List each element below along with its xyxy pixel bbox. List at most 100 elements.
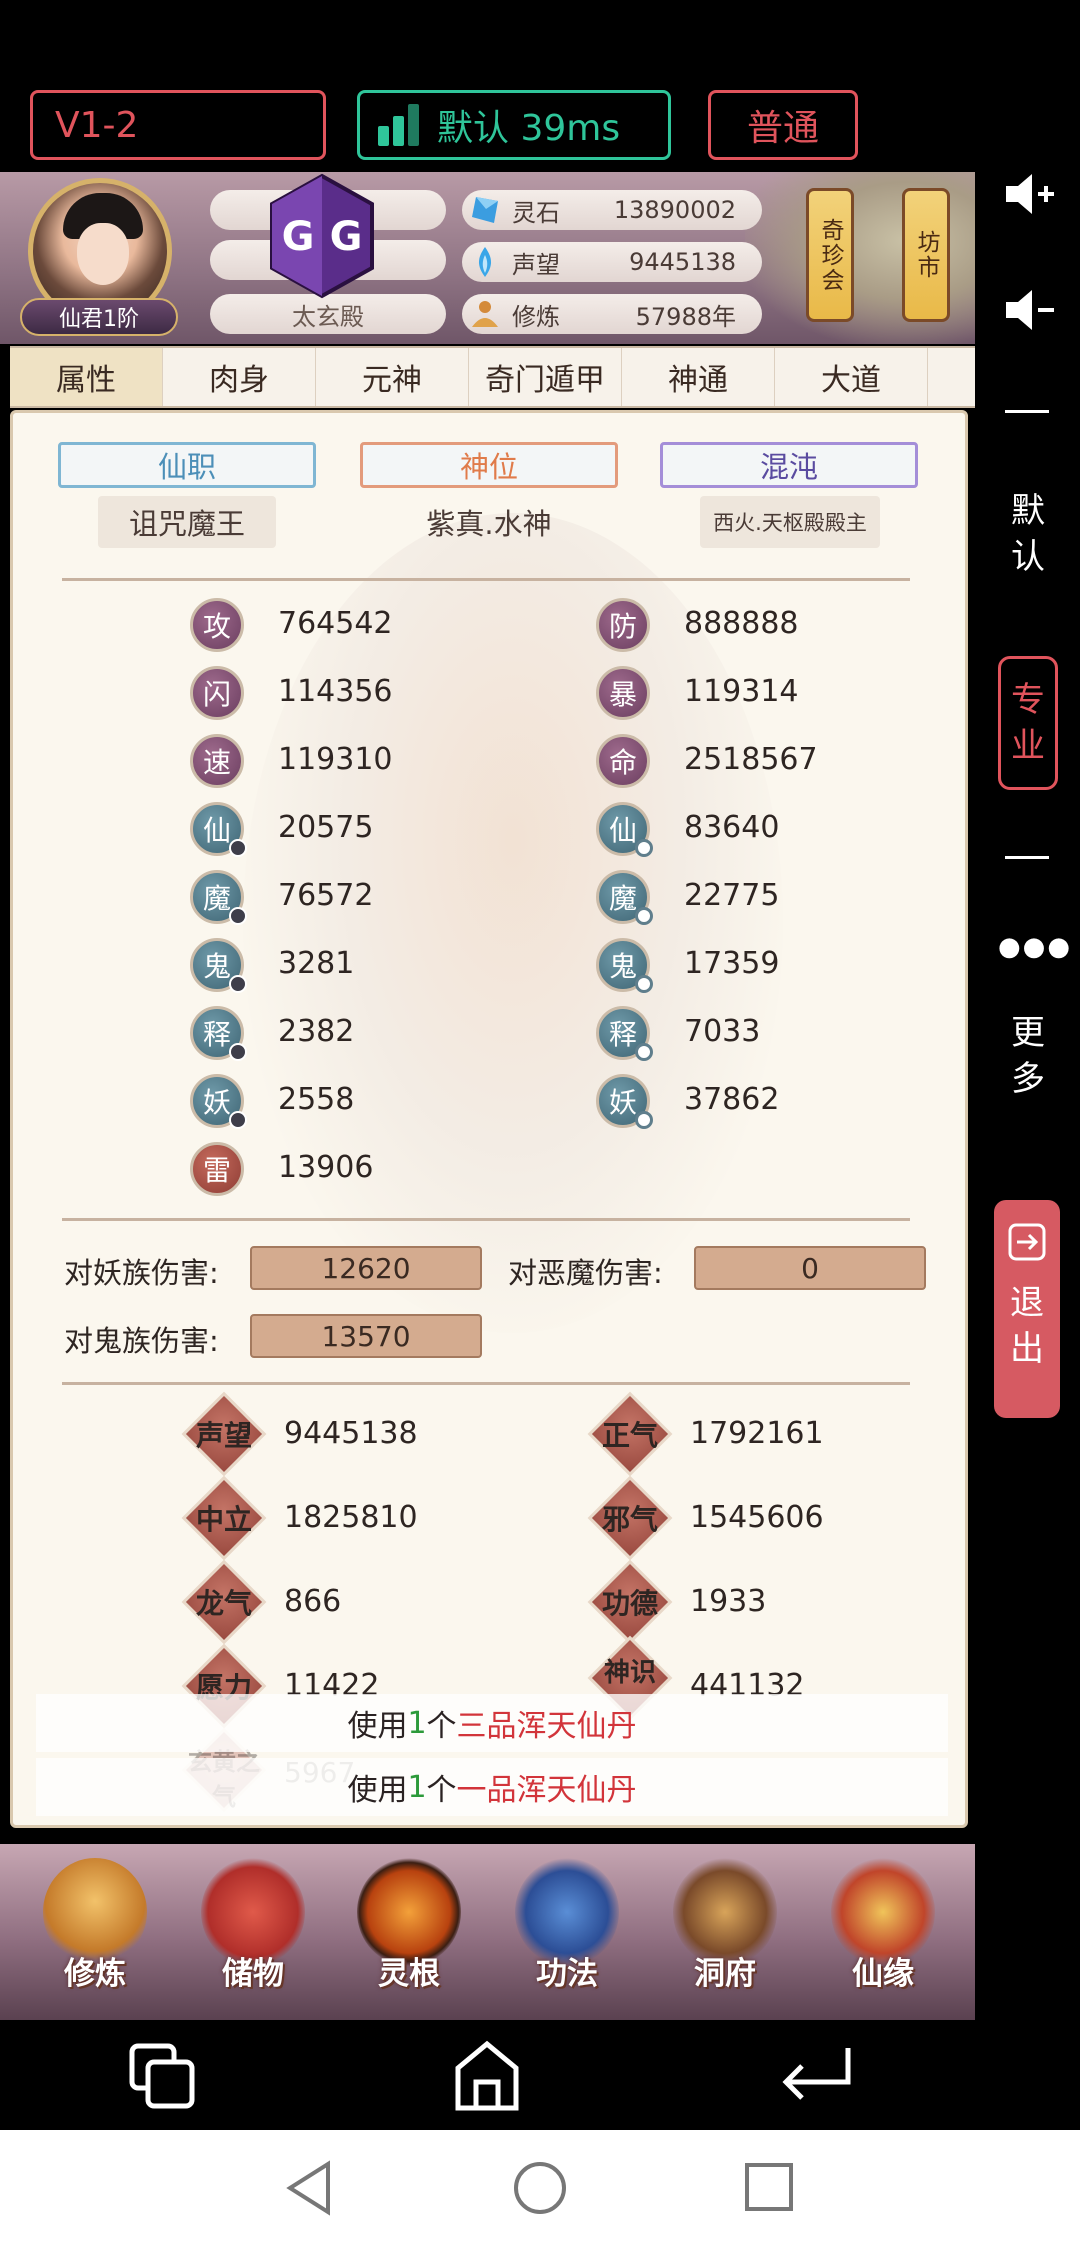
cultivation-icon (472, 301, 498, 327)
exit-label: 退出 (1010, 1283, 1044, 1369)
system-back-icon[interactable] (284, 2160, 338, 2216)
rep-value: 866 (284, 1584, 342, 1619)
yao-attack-icon: 妖 (190, 1074, 247, 1129)
exit-button[interactable]: 退出 (994, 1200, 1060, 1418)
yao-defense-icon: 妖 (596, 1074, 653, 1129)
resource-label: 修炼 (512, 302, 560, 331)
rep-value: 1825810 (284, 1500, 418, 1535)
nav-cave[interactable]: 洞府 (660, 1858, 790, 2016)
attack-icon: 攻 (190, 598, 244, 652)
system-home-icon[interactable] (512, 2160, 568, 2216)
damage-yao-value: 12620 (250, 1246, 482, 1290)
tab-attributes[interactable]: 属性 (10, 348, 163, 406)
resource-label: 灵石 (512, 198, 560, 227)
damage-ghost-value: 13570 (250, 1314, 482, 1358)
stat-buddha-defense: 7033 (684, 1014, 761, 1049)
stat-attack: 764542 (278, 606, 393, 641)
crit-icon: 暴 (596, 666, 650, 720)
version-label: V1-2 (55, 104, 139, 146)
resource-reputation: 声望 9445138 (462, 242, 762, 282)
ping-button[interactable]: 默认 39ms (357, 90, 671, 160)
volume-up-icon[interactable] (1002, 170, 1056, 218)
title-tag-office: 仙职 (58, 442, 316, 488)
tab-spirit[interactable]: 元神 (316, 348, 469, 406)
buddha-attack-icon: 释 (190, 1006, 247, 1061)
stat-yao-defense: 37862 (684, 1082, 780, 1117)
rep-label: 声望 (195, 1419, 252, 1452)
resource-value: 57988年 (635, 302, 736, 331)
market-button[interactable]: 坊市 (902, 188, 950, 322)
svg-text:G: G (330, 214, 363, 260)
back-arrow-icon[interactable] (778, 2042, 854, 2108)
tab-qimen[interactable]: 奇门遁甲 (469, 348, 622, 406)
tab-body[interactable]: 肉身 (163, 348, 316, 406)
stat-dodge: 114356 (278, 674, 393, 709)
stat-defense: 888888 (684, 606, 799, 641)
damage-ghost-label: 对鬼族伤害: (64, 1324, 219, 1358)
tab-dao[interactable]: 大道 (775, 348, 928, 406)
defense-icon: 防 (596, 598, 650, 652)
stat-yao-attack: 2558 (278, 1082, 355, 1117)
nav-storage[interactable]: 储物 (188, 1858, 318, 2016)
treasure-fair-button[interactable]: 奇珍会 (806, 188, 854, 322)
stat-buddha-attack: 2382 (278, 1014, 355, 1049)
ping-label: 默认 39ms (437, 108, 621, 149)
divider (62, 1218, 910, 1221)
rep-label: 龙气 (195, 1587, 252, 1620)
nav-spirit-root[interactable]: 灵根 (344, 1858, 474, 2016)
more-dots-icon[interactable]: ●●● (998, 924, 1070, 970)
recents-icon[interactable] (128, 2042, 198, 2112)
resource-spirit-stone: 灵石 13890002 (462, 190, 762, 230)
title-value-office: 诅咒魔王 (98, 496, 276, 548)
resource-label: 声望 (512, 250, 560, 279)
stat-immortal-attack: 20575 (278, 810, 374, 845)
demon-attack-icon: 魔 (190, 870, 247, 925)
rep-label: 功德 (601, 1587, 658, 1620)
title-tag-chaos: 混沌 (660, 442, 918, 488)
tab-bar: 属性 肉身 元神 奇门遁甲 神通 大道 (10, 346, 975, 408)
exit-icon (1008, 1223, 1046, 1261)
rep-label: 邪气 (601, 1503, 658, 1536)
divider (62, 578, 910, 581)
tab-ability[interactable]: 神通 (622, 348, 775, 406)
stat-ghost-defense: 17359 (684, 946, 780, 981)
system-recents-icon[interactable] (744, 2162, 794, 2212)
nav-fate[interactable]: 仙缘 (818, 1858, 948, 2016)
dodge-icon: 闪 (190, 666, 244, 720)
thunder-icon: 雷 (190, 1142, 244, 1196)
palace-label: 太玄殿 (210, 294, 446, 334)
attribute-panel (10, 410, 968, 1828)
rep-value: 9445138 (284, 1416, 418, 1451)
immortal-attack-icon: 仙 (190, 802, 247, 857)
title-value-deity: 紫真.水神 (426, 507, 552, 541)
title-value-chaos: 西火.天枢殿殿主 (700, 496, 880, 548)
version-button[interactable]: V1-2 (30, 90, 326, 160)
default-button[interactable]: 默认 (998, 488, 1058, 580)
mode-button[interactable]: 普通 (708, 90, 858, 160)
pro-button[interactable]: 专业 (998, 656, 1058, 790)
more-button[interactable]: 更多 (998, 1010, 1058, 1102)
nav-cultivate[interactable]: 修炼 (30, 1858, 160, 2016)
gameguardian-icon[interactable]: G G (268, 172, 376, 300)
stat-demon-defense: 22775 (684, 878, 780, 913)
toast-message: 使用 1 个一品浑天仙丹 (36, 1758, 948, 1816)
title-tag-deity: 神位 (360, 442, 618, 488)
ghost-defense-icon: 鬼 (596, 938, 653, 993)
volume-down-icon[interactable] (1002, 286, 1056, 334)
home-icon[interactable] (452, 2038, 522, 2112)
stat-ghost-attack: 3281 (278, 946, 355, 981)
divider (1005, 856, 1049, 859)
stat-crit: 119314 (684, 674, 799, 709)
rep-label: 神识 (603, 1658, 656, 1688)
stat-speed: 119310 (278, 742, 393, 777)
rep-value: 1792161 (690, 1416, 824, 1451)
signal-icon (378, 104, 423, 146)
spirit-stone-icon (472, 197, 498, 223)
rep-value: 1933 (690, 1584, 767, 1619)
stat-thunder: 13906 (278, 1150, 374, 1185)
damage-yao-label: 对妖族伤害: (64, 1256, 219, 1290)
resource-value: 9445138 (629, 248, 736, 276)
rep-value: 1545606 (690, 1500, 824, 1535)
nav-techniques[interactable]: 功法 (502, 1858, 632, 2016)
rank-badge: 仙君1阶 (20, 298, 178, 336)
